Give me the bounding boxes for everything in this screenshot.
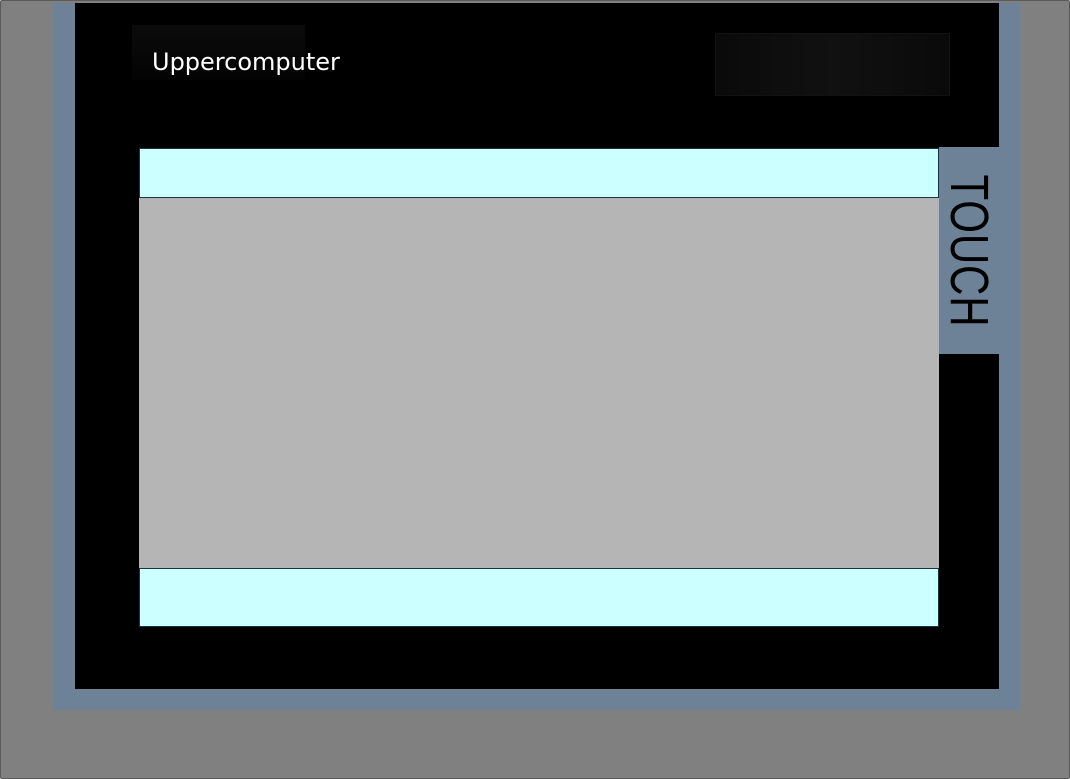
screen-footer-bar <box>139 568 939 627</box>
screen-content-area[interactable] <box>139 198 939 568</box>
touch-label: TOUCH <box>939 153 999 349</box>
touch-label-text: TOUCH <box>939 174 999 328</box>
model-badge-plate <box>715 33 950 96</box>
app-window: Uppercomputer TOUCH <box>0 0 1070 779</box>
brand-label: Uppercomputer <box>152 48 340 76</box>
screen-header-bar <box>139 148 939 198</box>
